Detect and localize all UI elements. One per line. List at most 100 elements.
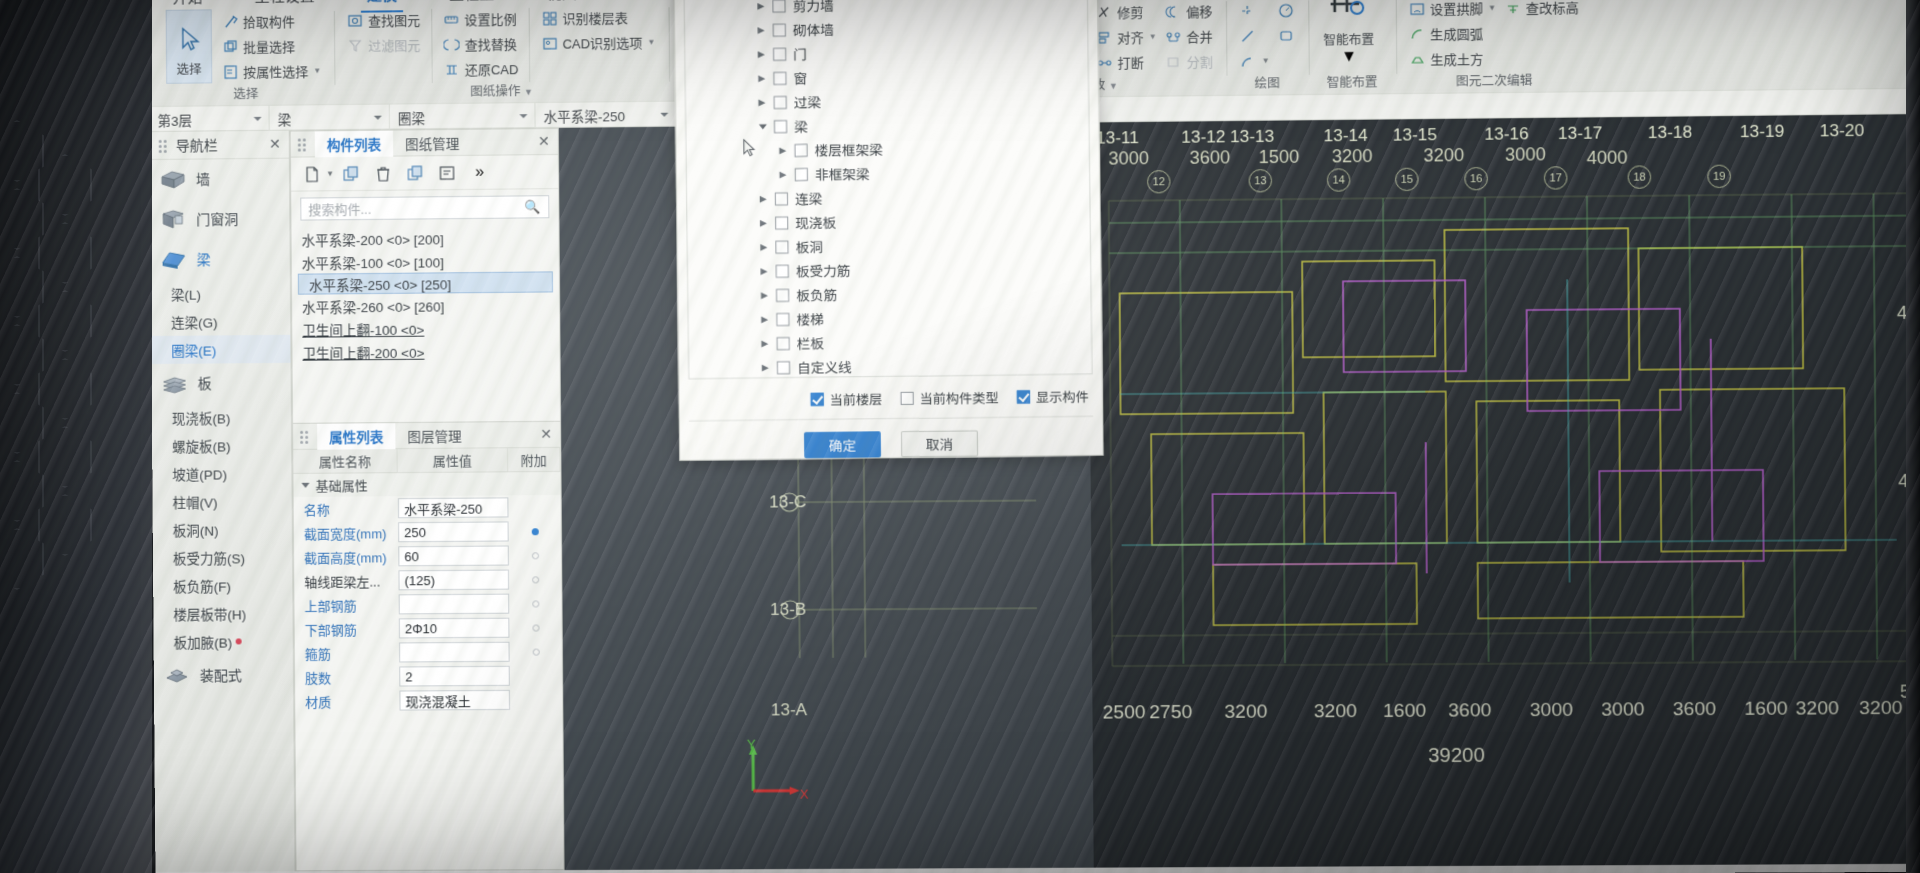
breadcrumb-subcategory[interactable]: 圈梁 bbox=[389, 103, 536, 131]
align-button[interactable]: 对齐 ▼ bbox=[1092, 25, 1161, 49]
sidebar-item-column-cap[interactable]: 柱帽(V) bbox=[152, 487, 291, 516]
property-value[interactable] bbox=[399, 641, 510, 663]
split-button[interactable]: 分割 bbox=[1161, 50, 1217, 74]
sidebar-item-slab-rebar[interactable]: 板受力筋(S) bbox=[153, 543, 292, 572]
property-extra[interactable] bbox=[513, 551, 557, 559]
property-extra[interactable] bbox=[513, 575, 557, 583]
chevron-down-icon[interactable]: ▼ bbox=[524, 87, 533, 97]
property-value[interactable]: 水平系梁-250 bbox=[397, 497, 509, 519]
break-button[interactable]: 打断 bbox=[1092, 50, 1161, 74]
search-input[interactable]: 搜索构件... 🔍 bbox=[300, 195, 550, 221]
chevron-down-icon[interactable]: ▼ bbox=[1109, 81, 1118, 91]
sidebar-item-spiral-slab[interactable]: 螺旋板(B) bbox=[152, 431, 291, 460]
checkbox[interactable] bbox=[773, 119, 788, 133]
rename-icon[interactable] bbox=[432, 159, 462, 185]
find-replace-button[interactable]: 查找替换 bbox=[439, 32, 522, 56]
chevron-right-icon[interactable]: ▶ bbox=[762, 362, 770, 373]
sidebar-item-ring-beam[interactable]: 圈梁(E) bbox=[151, 334, 291, 365]
property-extra[interactable] bbox=[513, 527, 557, 535]
new-file-icon[interactable] bbox=[297, 161, 327, 187]
list-item[interactable]: 水平系梁-100 <0> [100] bbox=[292, 248, 559, 273]
chevron-right-icon[interactable]: ▶ bbox=[761, 265, 769, 276]
chevron-right-icon[interactable]: ▶ bbox=[760, 193, 768, 204]
sidebar-item-slab-neg-rebar[interactable]: 板负筋(F) bbox=[153, 571, 292, 600]
set-scale-button[interactable]: 设置比例 bbox=[439, 7, 522, 31]
search-icon[interactable]: 🔍 bbox=[525, 199, 541, 215]
tab-layer-management[interactable]: 图层管理 bbox=[395, 422, 474, 449]
chevron-right-icon[interactable]: ▶ bbox=[757, 0, 765, 11]
tree-item-custom-line[interactable]: ▶ 自定义线 bbox=[689, 351, 1092, 379]
checkbox[interactable] bbox=[774, 191, 789, 206]
checkbox[interactable] bbox=[772, 23, 786, 37]
chevron-down-icon[interactable]: ▼ bbox=[1149, 32, 1157, 41]
sidebar-item-beam[interactable]: 梁 bbox=[150, 239, 289, 280]
list-item[interactable]: 水平系梁-260 <0> [260] bbox=[292, 292, 559, 317]
restore-cad-button[interactable]: 还原CAD bbox=[440, 57, 523, 81]
chevron-right-icon[interactable]: ▶ bbox=[758, 48, 766, 59]
drag-grip-icon[interactable] bbox=[297, 137, 308, 152]
filter-element-button[interactable]: 过滤图元 bbox=[343, 33, 424, 57]
checkbox[interactable] bbox=[794, 143, 808, 157]
dialog-tree[interactable]: ▶ 剪力墙 ▶ 砌体墙 ▶ 门 ▶ 窗 ▶ 过梁 梁 ▶ 楼层框架梁 ▶ 非框架… bbox=[683, 0, 1093, 380]
batch-select-button[interactable]: 批量选择 bbox=[218, 34, 325, 58]
option-current-floor[interactable]: 当前楼层 bbox=[810, 389, 882, 409]
chevron-down-icon[interactable]: ▼ bbox=[1262, 56, 1270, 65]
more-icon[interactable]: » bbox=[464, 159, 494, 185]
copy-icon[interactable] bbox=[336, 160, 366, 186]
sidebar-item-beam-l[interactable]: 梁(L) bbox=[151, 279, 290, 308]
confirm-button[interactable]: 确定 bbox=[803, 431, 882, 459]
chevron-down-icon[interactable]: ▼ bbox=[326, 169, 334, 178]
chevron-down-icon[interactable] bbox=[660, 112, 669, 117]
chevron-right-icon[interactable]: ▶ bbox=[760, 241, 768, 252]
sidebar-item-cast-slab[interactable]: 现浇板(B) bbox=[152, 403, 291, 432]
chevron-down-icon[interactable] bbox=[758, 121, 767, 131]
cancel-button[interactable]: 取消 bbox=[900, 430, 979, 458]
option-show-component[interactable]: 显示构件 bbox=[1016, 386, 1089, 406]
list-item[interactable]: 卫生间上翻-100 <0> bbox=[292, 315, 559, 340]
checkbox[interactable] bbox=[775, 215, 789, 230]
trim-button[interactable]: 修剪 bbox=[1092, 0, 1161, 24]
generate-arc-button[interactable]: 生成圆弧 bbox=[1405, 21, 1501, 45]
arc-draw-button[interactable]: ▼ bbox=[1235, 49, 1274, 73]
list-item[interactable]: 水平系梁-250 <0> [250] bbox=[297, 271, 553, 295]
property-value[interactable]: 60 bbox=[398, 545, 509, 567]
find-element-button[interactable]: 查找图元 bbox=[343, 8, 424, 32]
sidebar-item-wall[interactable]: 墙 bbox=[150, 159, 289, 200]
recognize-floor-table-button[interactable]: 识别楼层表 bbox=[537, 5, 659, 29]
close-icon[interactable]: ✕ bbox=[538, 133, 550, 150]
sidebar-item-slab-hole[interactable]: 板洞(N) bbox=[153, 515, 292, 544]
chevron-right-icon[interactable]: ▶ bbox=[758, 97, 766, 108]
checkbox[interactable] bbox=[775, 288, 790, 302]
check-elevation-button[interactable]: 查改标高 bbox=[1500, 0, 1583, 19]
checkbox[interactable] bbox=[772, 0, 786, 13]
chevron-down-icon[interactable]: ▼ bbox=[313, 66, 321, 75]
property-value[interactable]: 现浇混凝土 bbox=[399, 689, 511, 711]
set-arch-foot-button[interactable]: 设置拱脚 ▼ bbox=[1404, 0, 1500, 20]
batch-select-dialog[interactable]: 批量选择 ✕ ▶ 剪力墙 ▶ 砌体墙 ▶ bbox=[673, 0, 1104, 461]
checkbox[interactable] bbox=[773, 95, 787, 109]
sidebar-item-floor-slab-band[interactable]: 楼层板带(H) bbox=[153, 599, 292, 628]
chevron-down-icon[interactable]: ▼ bbox=[1341, 48, 1357, 66]
breadcrumb-category[interactable]: 梁 bbox=[269, 104, 390, 132]
breadcrumb-component[interactable]: 水平系梁-250 bbox=[535, 101, 677, 130]
tab-drawing-management[interactable]: 图纸管理 bbox=[393, 129, 472, 156]
property-group-row[interactable]: 基础属性 bbox=[293, 471, 561, 497]
merge-button[interactable]: 合并 bbox=[1161, 24, 1217, 48]
sidebar-item-ramp[interactable]: 坡道(PD) bbox=[152, 459, 291, 488]
cad-recognize-options-button[interactable]: CAD识别选项 ▼ bbox=[537, 30, 659, 54]
select-by-property-button[interactable]: 按属性选择 ▼ bbox=[218, 59, 325, 83]
close-icon[interactable]: ✕ bbox=[269, 136, 281, 153]
circle-draw-button[interactable] bbox=[1273, 0, 1299, 22]
breadcrumb-floor[interactable]: 第3层 bbox=[149, 105, 270, 134]
sidebar-item-prefab[interactable]: 装配式 bbox=[154, 655, 293, 696]
rect-draw-button[interactable] bbox=[1273, 24, 1299, 47]
chevron-down-icon[interactable] bbox=[519, 114, 528, 119]
property-extra[interactable] bbox=[514, 648, 558, 656]
cad-drawing-canvas[interactable]: 13-11 13-12 13-13 13-14 13-15 13-16 13-1… bbox=[1087, 113, 1920, 868]
chevron-down-icon[interactable]: ▼ bbox=[1488, 3, 1496, 12]
checkbox[interactable] bbox=[773, 71, 787, 85]
chevron-right-icon[interactable]: ▶ bbox=[758, 73, 766, 84]
checkbox[interactable] bbox=[775, 264, 789, 278]
property-value[interactable]: 2 bbox=[399, 665, 510, 687]
property-extra[interactable] bbox=[513, 624, 557, 632]
